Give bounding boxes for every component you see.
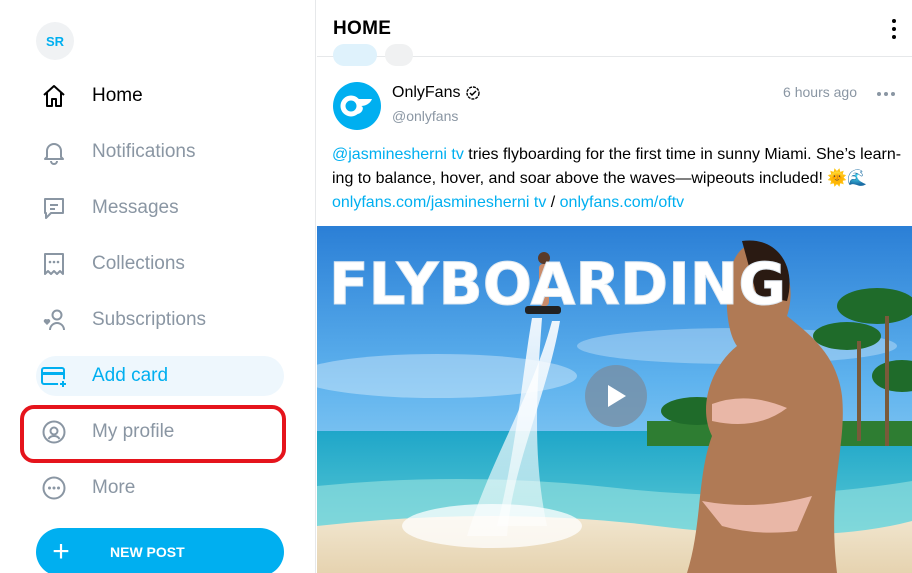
- author-name-text: OnlyFans: [392, 84, 461, 101]
- message-icon: [30, 188, 78, 228]
- sidebar-item-label: Add card: [92, 365, 169, 386]
- highlight-annotation: [20, 405, 286, 463]
- home-icon: [30, 76, 78, 116]
- sidebar-item-messages[interactable]: Messages: [30, 188, 286, 228]
- sidebar-item-label: Subscriptions: [92, 309, 207, 330]
- onlyfans-logo-icon: [340, 95, 372, 117]
- post-timestamp[interactable]: 6 hours ago: [783, 84, 857, 100]
- profile-link[interactable]: onlyfans.com/jasminesherni tv: [332, 194, 546, 211]
- sidebar-item-label: Home: [92, 85, 143, 106]
- sidebar-item-label: Collections: [92, 253, 185, 274]
- sidebar: SR Home Notifications Messages Collectio…: [0, 0, 316, 573]
- card-add-icon: [30, 356, 78, 396]
- sidebar-item-label: Notifications: [92, 141, 196, 162]
- page-title: HOME: [333, 18, 392, 39]
- options-icon[interactable]: [890, 19, 898, 39]
- sidebar-item-more[interactable]: More: [30, 468, 286, 508]
- plus-icon: +: [52, 535, 70, 568]
- bookmark-stars-icon: [30, 244, 78, 284]
- post-media[interactable]: FLYBOARDING: [317, 226, 912, 573]
- post-text: @jasminesherni tv tries flyboarding for …: [332, 143, 902, 215]
- new-post-button[interactable]: + NEW POST: [36, 528, 284, 573]
- play-button[interactable]: [585, 365, 647, 427]
- mention-link[interactable]: @jasminesherni tv: [332, 146, 464, 163]
- main-feed: HOME OnlyFans @onlyfans 6 hours ago @jas…: [317, 0, 912, 573]
- filter-chip[interactable]: [333, 44, 377, 66]
- author-name[interactable]: OnlyFans: [392, 84, 481, 102]
- more-circle-icon: [30, 468, 78, 508]
- filter-chip[interactable]: [385, 44, 413, 66]
- sidebar-item-label: Messages: [92, 197, 179, 218]
- sidebar-item-add-card[interactable]: Add card: [36, 356, 284, 396]
- avatar[interactable]: SR: [36, 22, 74, 60]
- sidebar-item-collections[interactable]: Collections: [30, 244, 286, 284]
- user-heart-icon: [30, 300, 78, 340]
- new-post-label: NEW POST: [110, 544, 185, 560]
- verified-icon: [466, 86, 481, 100]
- sidebar-item-label: More: [92, 477, 136, 498]
- sidebar-item-home[interactable]: Home: [30, 76, 286, 116]
- link-separator: /: [546, 194, 560, 211]
- author-handle[interactable]: @onlyfans: [392, 108, 458, 124]
- post-more-icon[interactable]: [877, 92, 895, 96]
- oftv-link[interactable]: onlyfans.com/oftv: [560, 194, 685, 211]
- play-icon: [608, 385, 626, 407]
- bell-icon: [30, 132, 78, 172]
- author-avatar[interactable]: [333, 82, 381, 130]
- post-header: OnlyFans @onlyfans 6 hours ago: [333, 82, 903, 132]
- sidebar-item-subscriptions[interactable]: Subscriptions: [30, 300, 286, 340]
- media-title-text: FLYBOARDING: [329, 250, 786, 318]
- sidebar-item-notifications[interactable]: Notifications: [30, 132, 286, 172]
